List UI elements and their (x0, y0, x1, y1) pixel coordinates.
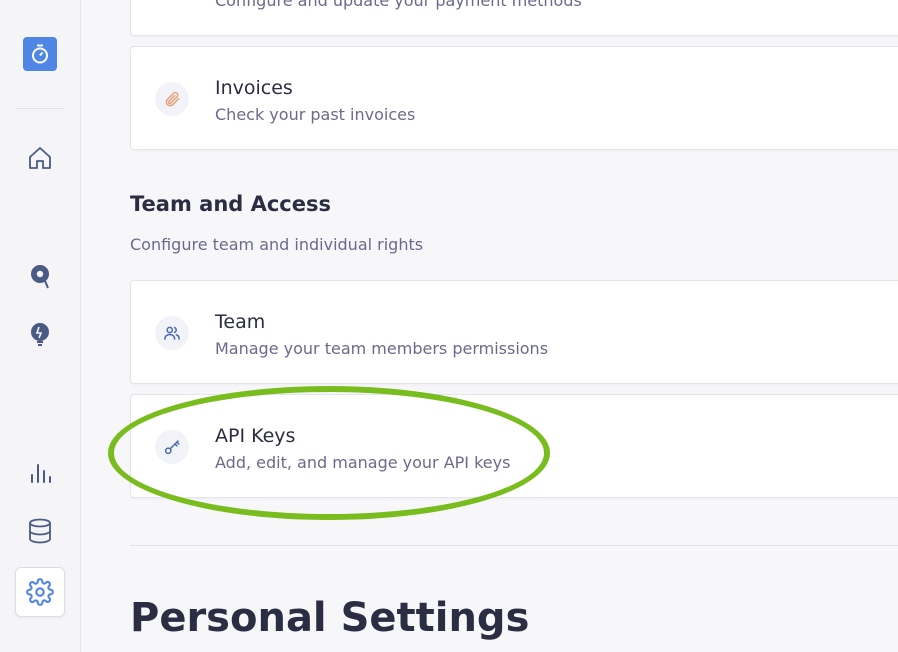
api-keys-card[interactable]: API Keys Add, edit, and manage your API … (130, 394, 898, 498)
payment-methods-card[interactable]: Configure and update your payment method… (130, 0, 898, 36)
sidebar-item-data[interactable] (15, 506, 65, 556)
bar-chart-icon (31, 464, 51, 483)
paperclip-icon (165, 91, 180, 107)
team-desc: Manage your team members permissions (215, 339, 549, 358)
team-title: Team (215, 311, 266, 333)
api-keys-title: API Keys (215, 425, 296, 447)
app-logo[interactable] (23, 37, 57, 71)
lightbulb-icon (31, 323, 49, 346)
invoices-icon-badge (155, 82, 189, 116)
settings-content: Configure and update your payment method… (82, 0, 898, 652)
api-keys-desc: Add, edit, and manage your API keys (215, 453, 511, 472)
payment-methods-desc: Configure and update your payment method… (215, 0, 582, 10)
users-icon (164, 326, 180, 340)
team-card[interactable]: Team Manage your team members permission… (130, 280, 898, 384)
sidebar (0, 0, 81, 652)
section-subtitle-team-access: Configure team and individual rights (130, 235, 424, 254)
sidebar-item-explore[interactable] (15, 252, 65, 302)
sidebar-item-home[interactable] (15, 133, 65, 183)
api-keys-icon-badge (155, 430, 189, 464)
home-icon (29, 147, 51, 169)
invoices-card[interactable]: Invoices Check your past invoices (130, 46, 898, 150)
section-divider (130, 545, 898, 546)
invoices-desc: Check your past invoices (215, 105, 416, 124)
stopwatch-icon (32, 44, 48, 64)
database-icon (29, 518, 51, 544)
sidebar-item-settings[interactable] (15, 567, 65, 617)
key-icon (164, 440, 180, 455)
section-title-team-access: Team and Access (130, 192, 331, 216)
personal-settings-title: Personal Settings (130, 595, 530, 641)
invoices-title: Invoices (215, 77, 293, 99)
team-icon-badge (155, 316, 189, 350)
sidebar-divider (16, 108, 64, 109)
gear-icon (26, 578, 54, 606)
sidebar-item-analytics[interactable] (15, 448, 65, 498)
sidebar-item-insights[interactable] (15, 310, 65, 360)
search-location-icon (31, 265, 49, 289)
